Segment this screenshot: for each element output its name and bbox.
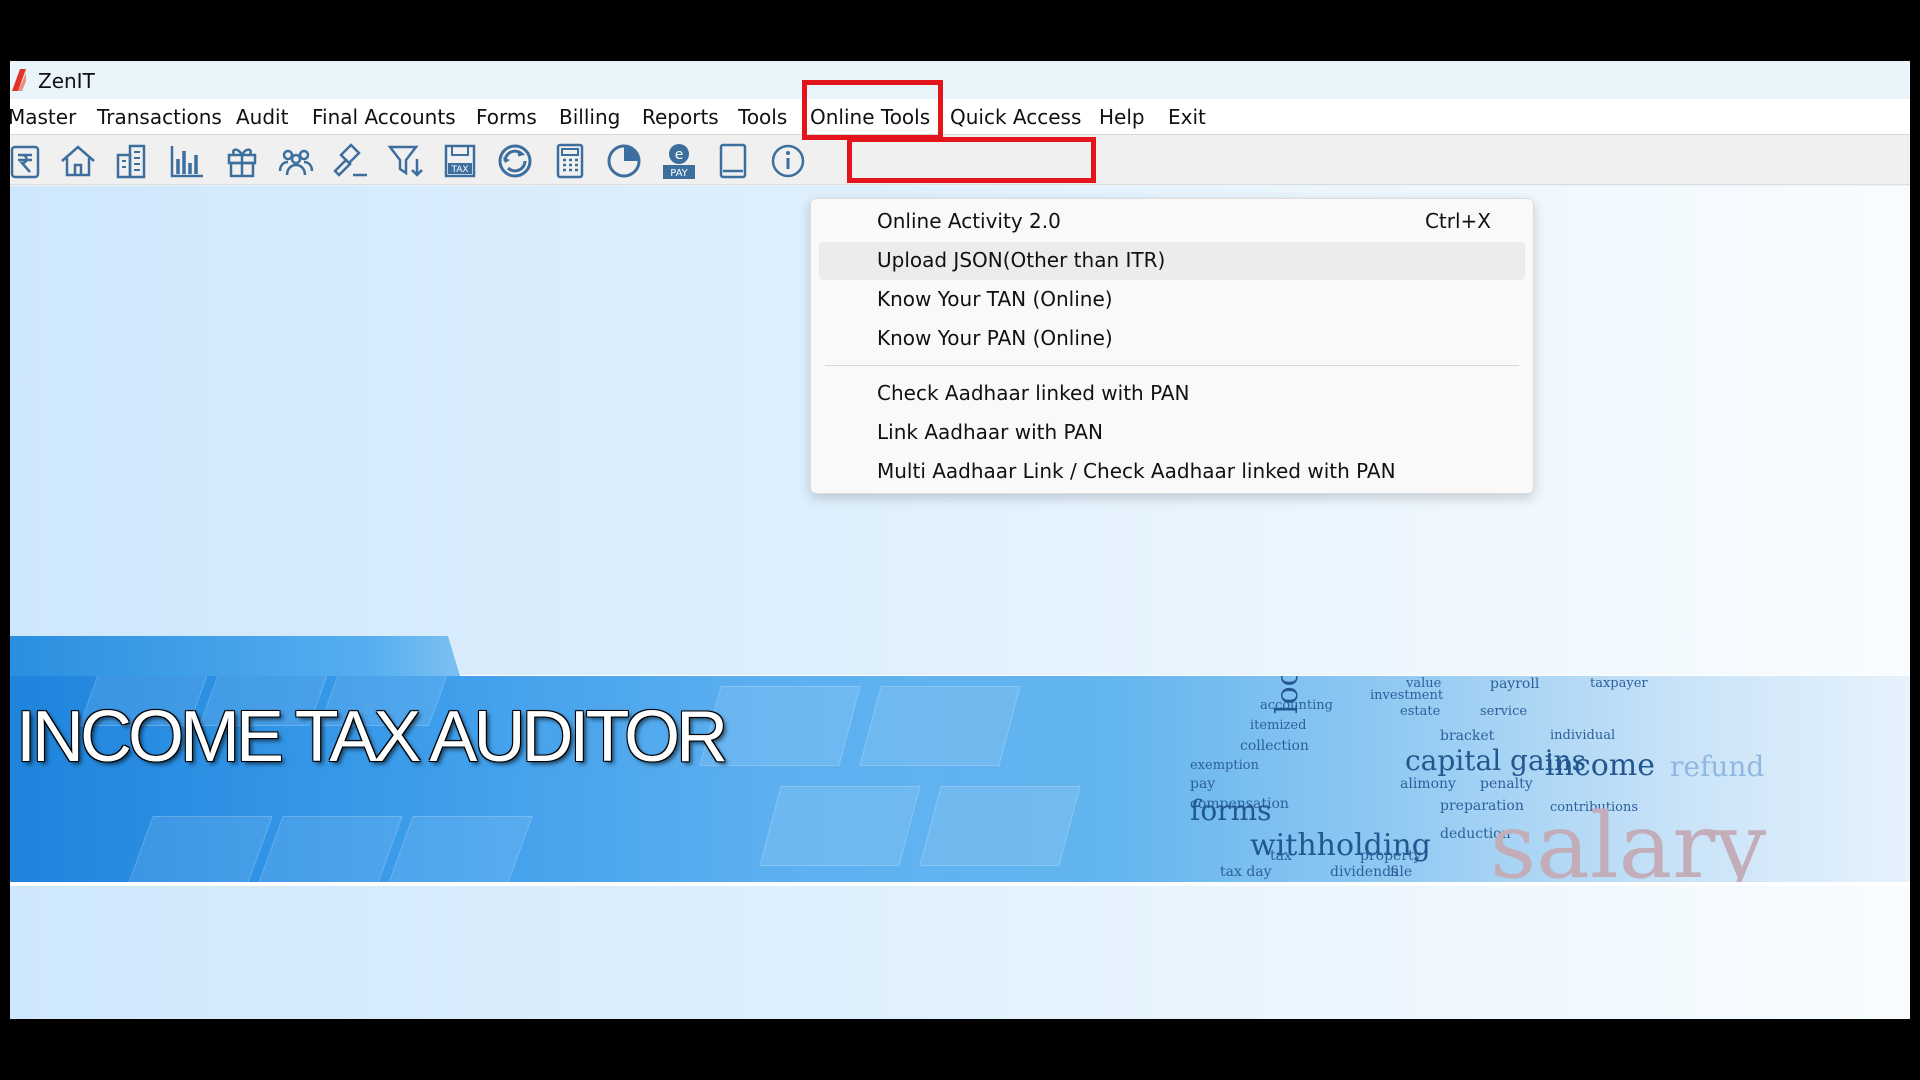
filter-icon[interactable] — [386, 141, 426, 181]
menu-option-label: Check Aadhaar linked with PAN — [877, 381, 1190, 405]
word-cloud-word: forms — [1190, 794, 1272, 827]
app-window: ZenIT Master Transactions Audit Final Ac… — [10, 61, 1910, 1019]
bar-chart-icon[interactable] — [167, 141, 207, 181]
word-cloud-word: local — [1270, 676, 1305, 714]
menu-reports[interactable]: Reports — [642, 105, 719, 129]
word-cloud-word: investment — [1370, 688, 1444, 703]
tax-word-cloud-image: value payroll taxpayer investment accoun… — [1150, 676, 1910, 882]
word-cloud-word: bracket — [1440, 728, 1495, 744]
income-tax-auditor-banner: value payroll taxpayer investment accoun… — [10, 636, 1910, 886]
banner-grid-cell — [257, 816, 403, 882]
word-cloud-word: collection — [1240, 738, 1309, 754]
menu-separator — [825, 365, 1519, 366]
menu-option-shortcut: Ctrl+X — [1424, 209, 1491, 233]
word-cloud-word: dividends — [1330, 864, 1399, 880]
menu-option-label: Upload JSON(Other than ITR) — [877, 248, 1166, 272]
menu-master[interactable]: Master — [10, 105, 76, 129]
menu-option-know-your-pan[interactable]: Know Your PAN (Online) — [819, 320, 1525, 358]
word-cloud-word: itemized — [1250, 718, 1307, 733]
window-title: ZenIT — [38, 69, 95, 93]
e-icon-label: e — [675, 147, 684, 163]
banner-grid-cell — [387, 816, 533, 882]
word-cloud-word: taxpayer — [1590, 676, 1648, 691]
pie-chart-icon[interactable] — [604, 141, 644, 181]
menu-option-upload-json[interactable]: Upload JSON(Other than ITR) — [819, 242, 1525, 280]
word-cloud-word: exemption — [1190, 758, 1259, 773]
menu-exit[interactable]: Exit — [1168, 105, 1206, 129]
users-icon[interactable] — [276, 141, 316, 181]
word-cloud-word: property — [1360, 848, 1422, 864]
banner-title: INCOME TAX AUDITOR — [16, 697, 728, 777]
menu-transactions[interactable]: Transactions — [97, 105, 222, 129]
book-icon[interactable] — [713, 141, 753, 181]
word-cloud-word: tax — [1270, 848, 1292, 864]
banner-bottom-divider — [10, 882, 1910, 886]
tax-icon-label: TAX — [450, 165, 468, 175]
banner-tab — [10, 636, 460, 676]
word-cloud-word: salary — [1490, 794, 1767, 882]
menu-tools[interactable]: Tools — [738, 105, 787, 129]
menu-option-label: Online Activity 2.0 — [877, 209, 1061, 233]
word-cloud-word: file — [1390, 864, 1413, 880]
zenit-logo-icon — [12, 69, 26, 91]
menu-audit[interactable]: Audit — [236, 105, 288, 129]
title-bar: ZenIT — [10, 61, 1910, 99]
word-cloud-word: individual — [1550, 728, 1616, 743]
word-cloud-word: estate — [1400, 704, 1441, 719]
e-pay-icon[interactable]: e PAY — [659, 141, 699, 181]
online-tools-dropdown: Online Activity 2.0 Ctrl+X Upload JSON(O… — [810, 198, 1534, 494]
menu-quick-access[interactable]: Quick Access — [950, 105, 1081, 129]
pay-icon-label: PAY — [670, 168, 688, 179]
word-cloud-word: penalty — [1480, 776, 1533, 792]
word-cloud-word: payroll — [1490, 676, 1540, 692]
menu-forms[interactable]: Forms — [476, 105, 537, 129]
gavel-icon[interactable] — [331, 141, 371, 181]
tax-save-icon[interactable]: TAX — [440, 141, 480, 181]
calculator-icon[interactable] — [550, 141, 590, 181]
highlight-online-activity — [847, 137, 1096, 183]
info-icon[interactable] — [768, 141, 808, 181]
menu-billing[interactable]: Billing — [559, 105, 620, 129]
menu-option-know-your-tan[interactable]: Know Your TAN (Online) — [819, 281, 1525, 319]
menu-option-label: Multi Aadhaar Link / Check Aadhaar linke… — [877, 459, 1396, 483]
banner-grid-cell — [127, 816, 273, 882]
word-cloud-word: pay — [1190, 776, 1216, 792]
menu-option-check-aadhaar[interactable]: Check Aadhaar linked with PAN — [819, 375, 1525, 413]
menu-option-link-aadhaar[interactable]: Link Aadhaar with PAN — [819, 414, 1525, 452]
rupee-icon[interactable] — [10, 141, 44, 181]
banner-grid-cell — [759, 786, 921, 866]
menu-final-accounts[interactable]: Final Accounts — [312, 105, 456, 129]
menu-option-online-activity[interactable]: Online Activity 2.0 Ctrl+X — [819, 203, 1525, 241]
word-cloud-word: income — [1545, 748, 1655, 783]
word-cloud-word: tax day — [1220, 864, 1272, 880]
menu-bar: Master Transactions Audit Final Accounts… — [10, 99, 1910, 135]
menu-help[interactable]: Help — [1099, 105, 1145, 129]
home-icon[interactable] — [58, 141, 98, 181]
highlight-online-tools — [802, 80, 943, 140]
banner-grid-cell — [859, 686, 1021, 766]
word-cloud-word: service — [1480, 704, 1528, 719]
refresh-icon[interactable] — [495, 141, 535, 181]
menu-option-multi-aadhaar[interactable]: Multi Aadhaar Link / Check Aadhaar linke… — [819, 453, 1525, 491]
banner-grid-cell — [919, 786, 1081, 866]
menu-option-label: Know Your TAN (Online) — [877, 287, 1113, 311]
building-icon[interactable] — [112, 141, 152, 181]
menu-option-label: Know Your PAN (Online) — [877, 326, 1113, 350]
word-cloud-word: refund — [1670, 750, 1765, 783]
gift-icon[interactable] — [222, 141, 262, 181]
word-cloud-word: alimony — [1400, 776, 1456, 792]
menu-option-label: Link Aadhaar with PAN — [877, 420, 1103, 444]
